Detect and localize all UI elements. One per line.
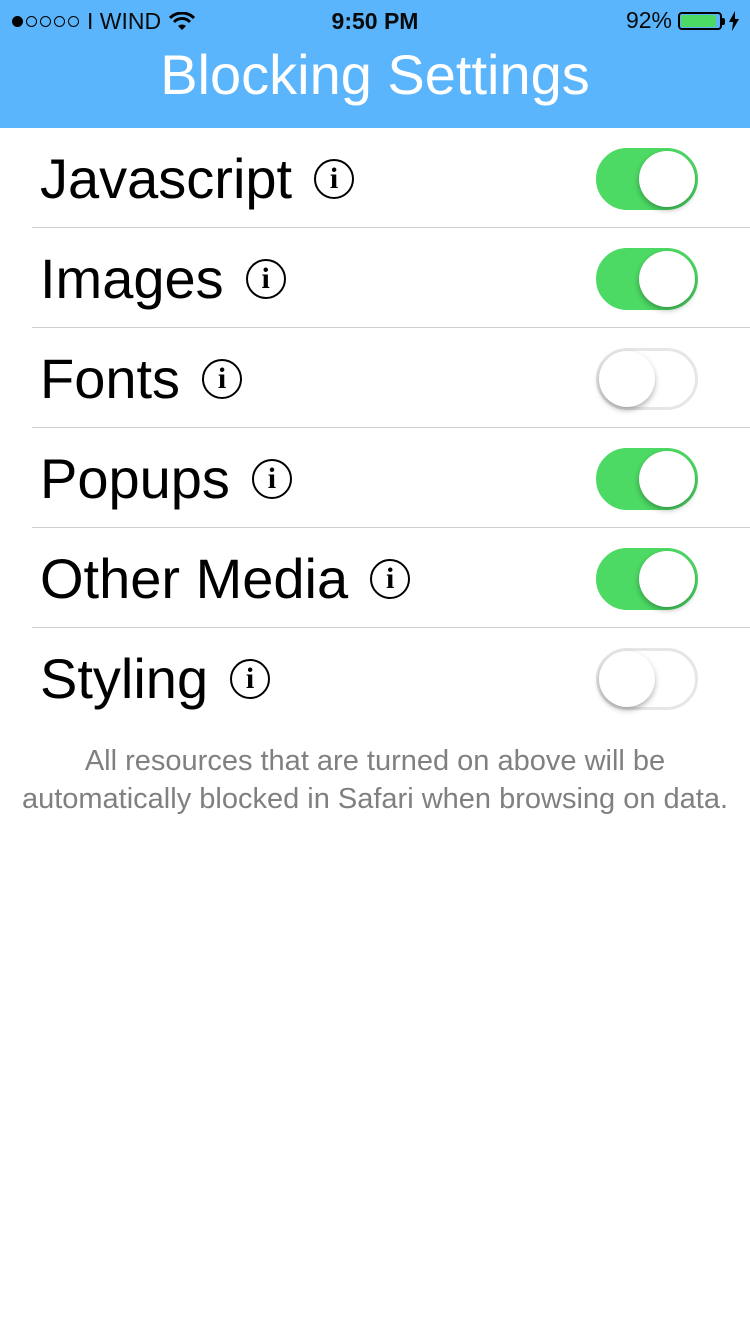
footer-note: All resources that are turned on above w… (21, 745, 729, 815)
info-icon[interactable]: i (245, 258, 286, 299)
toggle-switch[interactable] (596, 548, 698, 610)
info-icon[interactable]: i (230, 658, 271, 699)
toggle-switch[interactable] (596, 248, 698, 310)
info-icon[interactable]: i (314, 158, 355, 199)
setting-row-popups: Popups i (32, 428, 750, 528)
settings-list: Javascript i Images i Fonts i Popups i Other Med… (0, 128, 750, 727)
setting-label-group: Javascript i (40, 146, 355, 211)
setting-label-group: Styling i (40, 646, 271, 711)
toggle-switch[interactable] (596, 348, 698, 410)
setting-row-other-media: Other Media i (32, 528, 750, 628)
battery-icon (678, 11, 725, 30)
toggle-knob (599, 651, 655, 707)
toggle-knob (639, 151, 695, 207)
toggle-knob (639, 251, 695, 307)
toggle-switch[interactable] (596, 648, 698, 710)
toggle-switch[interactable] (596, 448, 698, 510)
setting-label: Other Media (40, 547, 349, 610)
page-title: Blocking Settings (160, 43, 590, 106)
nav-header: I WIND 9:50 PM 92% Blocking Settings (0, 0, 750, 128)
status-bar: I WIND 9:50 PM 92% (0, 0, 750, 40)
charging-bolt-icon (729, 10, 739, 31)
setting-row-javascript: Javascript i (32, 128, 750, 228)
setting-label: Fonts (40, 347, 181, 410)
setting-row-images: Images i (32, 228, 750, 328)
info-icon[interactable]: i (251, 458, 292, 499)
info-icon[interactable]: i (370, 558, 411, 599)
toggle-knob (599, 351, 655, 407)
battery-fill (681, 14, 716, 27)
toggle-knob (639, 551, 695, 607)
toggle-knob (639, 451, 695, 507)
battery-percent: 92% (625, 7, 672, 33)
setting-label: Styling (40, 647, 209, 710)
setting-row-fonts: Fonts i (32, 328, 750, 428)
setting-label-group: Fonts i (40, 346, 243, 411)
setting-label-group: Other Media i (40, 546, 411, 611)
setting-label: Javascript (40, 147, 293, 210)
setting-label-group: Popups i (40, 446, 292, 511)
setting-label: Popups (40, 447, 230, 510)
info-icon[interactable]: i (202, 358, 243, 399)
status-right: 92% (626, 7, 740, 34)
setting-label-group: Images i (40, 246, 286, 311)
toggle-switch[interactable] (596, 148, 698, 210)
setting-label: Images (40, 247, 224, 310)
setting-row-styling: Styling i (32, 628, 750, 727)
